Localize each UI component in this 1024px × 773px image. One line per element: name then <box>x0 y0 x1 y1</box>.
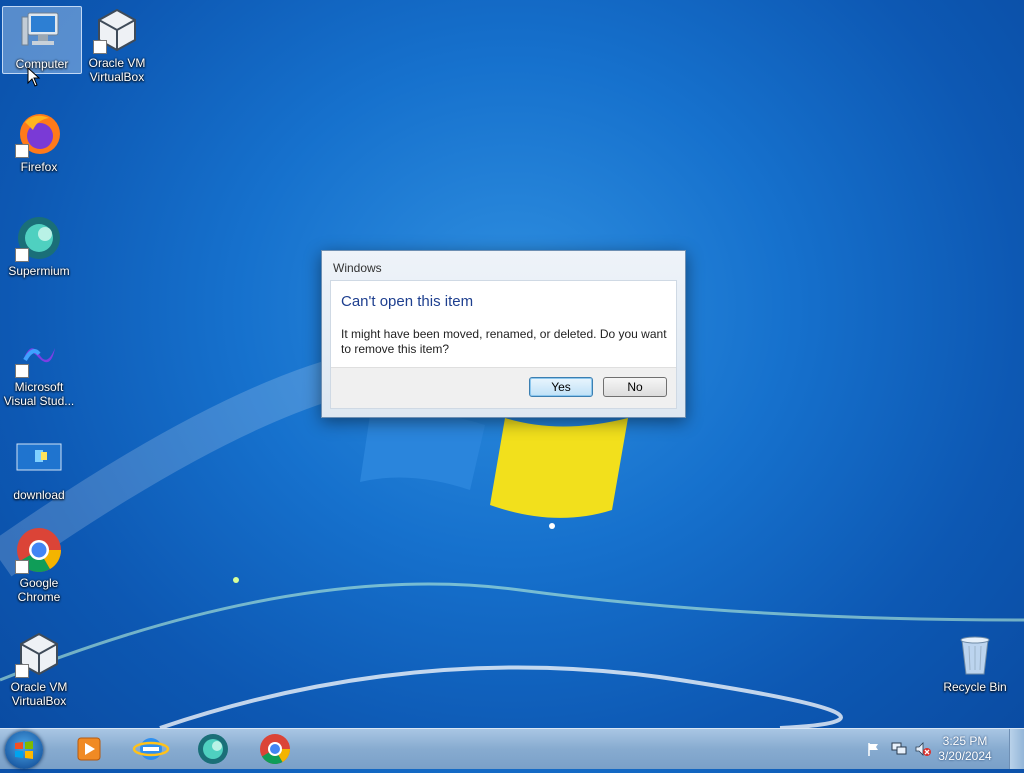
media-player-icon <box>77 737 101 761</box>
taskbar-internet-explorer[interactable] <box>128 731 174 767</box>
desktop-icon-label: Recycle Bin <box>943 680 1007 694</box>
network-icon[interactable] <box>890 741 908 757</box>
desktop-icon-recycle-bin[interactable]: Recycle Bin <box>936 630 1014 694</box>
taskbar-supermium[interactable] <box>190 731 236 767</box>
shortcut-arrow-icon <box>15 248 29 262</box>
dialog-title: Windows <box>333 261 382 275</box>
desktop-icon-download[interactable]: download <box>0 438 78 502</box>
desktop-icon-label: Supermium <box>8 264 70 278</box>
action-center-flag-icon[interactable] <box>866 741 882 757</box>
desktop-icon-label: Oracle VM VirtualBox <box>10 680 68 708</box>
desktop-icon-label: Firefox <box>20 160 58 174</box>
shortcut-arrow-icon <box>15 364 29 378</box>
desktop-icon-computer[interactable]: Computer <box>2 6 82 74</box>
visual-studio-icon <box>15 330 63 378</box>
desktop-icon-label: Microsoft Visual Stud... <box>3 380 75 408</box>
error-dialog: Windows Can't open this item It might ha… <box>321 250 686 418</box>
desktop-icon-supermium[interactable]: Supermium <box>0 214 78 278</box>
chrome-icon <box>260 734 290 765</box>
clock-time: 3:25 PM <box>942 734 988 748</box>
desktop-icon-label: Google Chrome <box>17 576 61 604</box>
system-tray: 3:25 PM 3/20/2024 <box>860 729 1024 769</box>
dialog-heading: Can't open this item <box>341 293 474 310</box>
internet-explorer-icon <box>132 738 170 760</box>
firefox-icon <box>15 110 63 158</box>
show-desktop-button[interactable] <box>1009 729 1024 769</box>
windows-logo-icon <box>15 741 33 759</box>
image-file-icon <box>15 438 63 486</box>
taskbar-media-player[interactable] <box>66 731 112 767</box>
desktop-icon-virtualbox-2[interactable]: Oracle VM VirtualBox <box>0 630 78 708</box>
supermium-icon <box>198 734 228 764</box>
chrome-icon <box>15 526 63 574</box>
desktop-icon-visual-studio[interactable]: Microsoft Visual Stud... <box>0 330 78 408</box>
taskbar-chrome[interactable] <box>252 731 298 767</box>
supermium-icon <box>15 214 63 262</box>
shortcut-arrow-icon <box>93 40 107 54</box>
desktop-icon-label: Oracle VM VirtualBox <box>88 56 146 84</box>
no-button[interactable]: No <box>603 377 667 397</box>
computer-icon <box>18 7 66 55</box>
dialog-content: Can't open this item It might have been … <box>330 280 677 409</box>
desktop-icon-virtualbox[interactable]: Oracle VM VirtualBox <box>78 6 156 84</box>
desktop-icon-label: download <box>13 488 65 502</box>
desktop-icon-label: Computer <box>15 57 69 71</box>
yes-button[interactable]: Yes <box>529 377 593 397</box>
virtualbox-icon <box>93 6 141 54</box>
shortcut-arrow-icon <box>15 144 29 158</box>
start-button[interactable] <box>5 731 43 769</box>
taskbar: 3:25 PM 3/20/2024 <box>0 728 1024 769</box>
mouse-cursor-icon <box>27 67 41 87</box>
shortcut-arrow-icon <box>15 560 29 574</box>
dialog-footer: Yes No <box>331 367 676 408</box>
clock[interactable]: 3:25 PM 3/20/2024 <box>930 734 1000 764</box>
shortcut-arrow-icon <box>15 664 29 678</box>
recycle-bin-icon <box>951 630 999 678</box>
virtualbox-icon <box>15 630 63 678</box>
dialog-message: It might have been moved, renamed, or de… <box>341 327 667 356</box>
desktop-icon-chrome[interactable]: Google Chrome <box>0 526 78 604</box>
clock-date: 3/20/2024 <box>938 749 992 763</box>
desktop-icon-firefox[interactable]: Firefox <box>0 110 78 174</box>
